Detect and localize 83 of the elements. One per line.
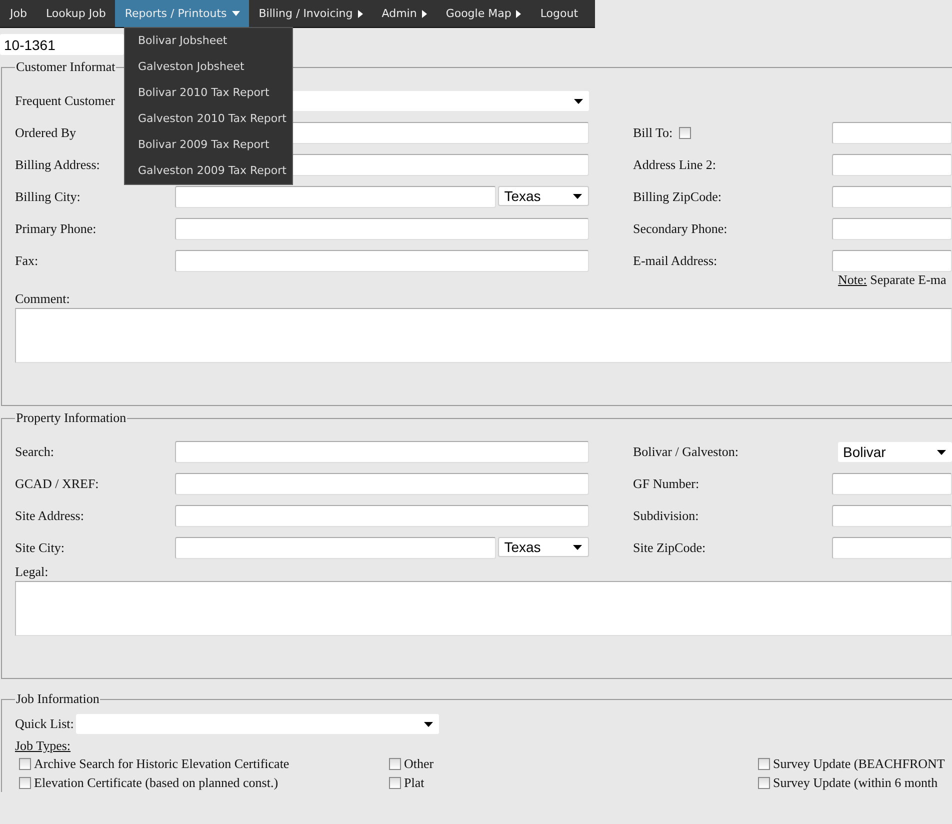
checkbox[interactable] [19,776,31,788]
field-label: Comment: [15,291,71,307]
checkbox[interactable] [389,758,401,770]
field-label: Ordered By [15,125,76,141]
field-label: Bolivar / Galveston: [633,444,738,460]
checkbox-label: Survey Update (BEACHFRONT [773,756,945,772]
nav-item[interactable]: Lookup Job [36,0,115,27]
field-label: Billing City: [15,189,80,205]
section-legend: Property Information [15,410,128,426]
section-legend: Customer Informat [15,59,116,75]
text-field[interactable] [832,218,952,240]
caret-icon [232,11,240,16]
text-field[interactable] [175,250,589,272]
field-label: Frequent Customer [15,93,116,109]
checkbox[interactable] [19,758,31,770]
text-field[interactable] [832,154,952,176]
menu-item[interactable]: Galveston 2009 Tax Report [125,158,286,184]
nav-item[interactable]: Admin [372,0,436,27]
text-field[interactable] [832,186,952,208]
field-label: Site Address: [15,508,84,524]
field-label: Billing Address: [15,157,100,173]
text-area[interactable] [15,308,952,363]
field-label: Billing ZipCode: [633,189,722,205]
text-field[interactable] [832,122,952,144]
checkbox[interactable] [758,758,770,770]
text-field[interactable] [175,186,496,208]
menu-item[interactable]: Galveston 2010 Tax Report [125,106,286,132]
text-field[interactable] [832,473,952,495]
nav-item[interactable]: Billing / Invoicing [248,0,372,27]
caret-icon [574,98,583,104]
menu-item[interactable]: Bolivar Jobsheet [125,28,228,54]
text-field[interactable] [175,537,496,559]
checkbox[interactable] [758,776,770,788]
field-label: Address Line 2: [633,157,716,173]
state-select[interactable]: Texas [498,537,589,557]
caret-icon [937,450,946,454]
field-label: Site ZipCode: [633,540,706,556]
state-select[interactable]: Texas [498,186,589,206]
arrow-right-icon [358,10,363,18]
nav-item[interactable]: Reports / Printouts [114,0,249,27]
caret-icon [573,544,582,550]
field-label: GF Number: [633,476,700,492]
checkbox-label: Elevation Certificate (based on planned const.) [34,774,278,790]
text-field[interactable] [832,505,952,527]
nav-item[interactable]: Logout [530,0,588,27]
field-label: Primary Phone: [15,221,96,237]
checkbox-label: Plat [404,774,424,790]
field-label: Site City: [15,540,64,556]
caret-icon [424,722,433,726]
checkbox-label: Survey Update (within 6 month [773,774,938,790]
arrow-right-icon [422,10,427,18]
checkbox-label: Archive Search for Historic Elevation Certificate [34,756,290,772]
menu-item[interactable]: Galveston Jobsheet [125,54,244,80]
field-label: Subdivision: [633,508,699,524]
section-legend: Job Information [15,691,100,707]
checkbox[interactable] [389,776,401,788]
text-field[interactable] [175,473,589,495]
note-text: Note: Separate E-ma [837,272,948,288]
field-label: Legal: [15,564,50,580]
field-label: Search: [15,444,54,460]
select-field[interactable]: Bolivar [838,442,952,462]
field-label: GCAD / XREF: [15,476,99,492]
field-label: Fax: [15,253,38,269]
arrow-right-icon [516,10,522,18]
job-types-heading: Job Types: [15,738,71,754]
text-field[interactable] [832,250,952,272]
text-field[interactable] [175,218,589,240]
job-number-field[interactable]: 10-1361 [0,34,124,55]
text-field[interactable] [175,505,589,527]
checkbox-label: Other [404,756,434,772]
caret-icon [573,194,582,198]
bill-to-checkbox[interactable] [678,127,691,139]
menu-item[interactable]: Bolivar 2009 Tax Report [125,132,270,158]
field-label: E-mail Address: [633,253,718,269]
text-field[interactable] [832,537,952,559]
menu-item[interactable]: Bolivar 2010 Tax Report [125,80,270,106]
field-label: Secondary Phone: [633,221,728,237]
field-label: Bill To: [633,125,673,141]
nav-item[interactable]: Google Map [436,0,530,27]
text-field[interactable] [175,441,589,463]
nav-item[interactable]: Job [0,0,36,27]
field-label: Quick List: [15,716,74,732]
text-area[interactable] [15,581,952,636]
